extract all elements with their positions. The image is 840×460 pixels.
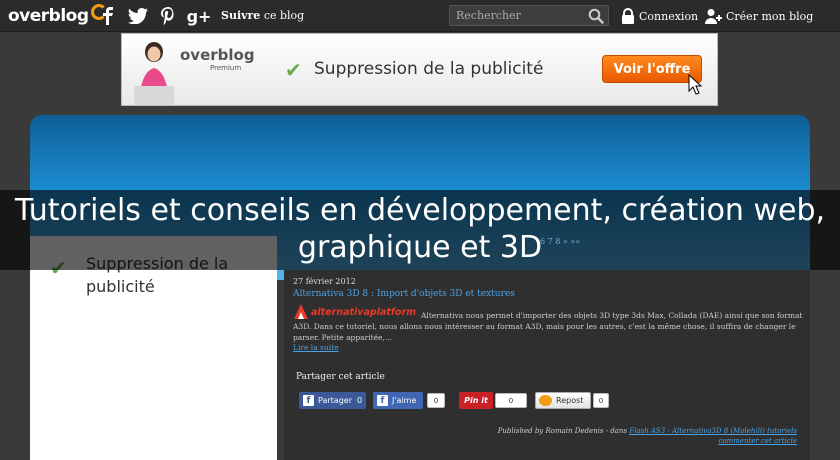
- read-more-link[interactable]: Lire la suite: [293, 343, 339, 352]
- comment-link[interactable]: commenter cet article: [718, 437, 797, 445]
- cursor-icon: [688, 74, 702, 95]
- site-title: Tutoriels et conseils en développement, …: [14, 193, 826, 265]
- search-input[interactable]: [450, 6, 586, 25]
- facebook-share-count: 0: [356, 396, 363, 405]
- repost-label: Repost: [556, 396, 584, 405]
- share-label: Partager cet article: [296, 372, 385, 382]
- follow-prefix: Suivre: [221, 9, 261, 22]
- check-icon: ✔: [285, 58, 302, 82]
- lock-icon: [622, 8, 634, 24]
- facebook-like-button[interactable]: f J'aime: [373, 392, 423, 409]
- search-box: [449, 5, 609, 26]
- post-title-link[interactable]: Alternativa 3D 8 : Import d'objets 3D et…: [293, 289, 515, 299]
- like-count: 0: [427, 393, 445, 408]
- byline-category-link[interactable]: Flash AS3 - Alternativa3D 8 (Molehill) t…: [629, 427, 797, 435]
- woman-laptop-illustration: [134, 42, 174, 105]
- premium-banner[interactable]: overblog Premium ✔ Suppression de la pub…: [121, 33, 718, 106]
- create-blog-label: Créer mon blog: [726, 9, 814, 23]
- logo-text: overblog: [8, 6, 89, 26]
- create-blog-link[interactable]: Créer mon blog: [705, 6, 813, 26]
- pin-it-button[interactable]: Pin it: [459, 392, 493, 409]
- search-icon[interactable]: [588, 8, 604, 24]
- user-add-icon: [705, 9, 722, 24]
- twitter-icon[interactable]: [127, 5, 149, 27]
- pagination[interactable]: 6 7 8 » »»: [540, 237, 580, 246]
- post-excerpt: Alternativa nous permet d'importer des o…: [293, 311, 803, 342]
- facebook-share-label: Partager: [318, 396, 352, 405]
- facebook-icon: f: [303, 395, 314, 406]
- post-byline: Published by Romain Dedenis - dans Flash…: [498, 427, 797, 435]
- login-link[interactable]: Connexion: [621, 6, 698, 26]
- follow-blog-link[interactable]: Suivre ce blog: [221, 9, 304, 22]
- view-offer-button[interactable]: Voir l'offre: [602, 55, 702, 83]
- banner-premium-label: Premium: [210, 64, 242, 72]
- facebook-share-button[interactable]: f Partager 0: [299, 392, 366, 409]
- facebook-icon[interactable]: [100, 5, 116, 27]
- login-label: Connexion: [639, 9, 699, 23]
- repost-button[interactable]: Repost: [535, 392, 591, 409]
- banner-text: Suppression de la publicité: [314, 59, 544, 79]
- byline-author: Published by Romain Dedenis - dans: [497, 427, 628, 435]
- pin-count: 0: [495, 393, 527, 408]
- banner-logo: overblog: [180, 46, 255, 64]
- pinterest-icon[interactable]: [160, 5, 176, 27]
- top-bar: overblog g+ Suivre ce blog Connexion Cré…: [0, 0, 840, 32]
- facebook-icon: f: [377, 395, 388, 406]
- google-plus-icon[interactable]: g+: [187, 5, 212, 27]
- repost-count: 0: [593, 393, 609, 408]
- like-label: J'aime: [392, 396, 417, 405]
- post-date: 27 février 2012: [293, 277, 356, 286]
- follow-suffix: ce blog: [263, 9, 305, 22]
- overblog-logo[interactable]: overblog: [8, 4, 107, 27]
- repost-icon: [539, 395, 552, 406]
